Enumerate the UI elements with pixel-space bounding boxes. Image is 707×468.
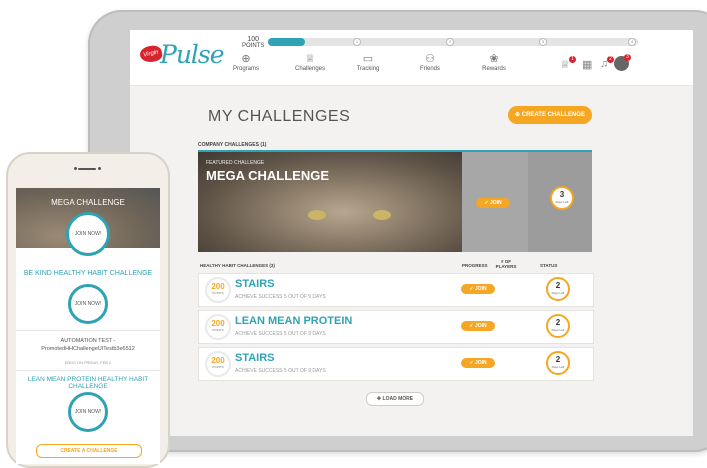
phone-card-ends: ENDS ON FRIDAY, FEB 2 [64,360,112,365]
points-ring: 200 POINTS [205,351,231,377]
top-bar: Virgin Pulse 100 POINTS 1 2 3 4 ⊕ Progra… [130,30,693,86]
nav-label: Programs [232,66,259,72]
cat-image [198,152,462,252]
nav-friends[interactable]: ⚇ Friends [400,52,460,82]
trophy-icon: ♕ [305,53,315,65]
nav-rewards[interactable]: ❀ Rewards [464,52,524,82]
create-challenge-label: CREATE CHALLENGE [521,112,585,118]
join-label: JOIN [489,200,502,206]
virgin-pulse-logo[interactable]: Virgin Pulse [138,40,225,74]
cat-eye [373,210,391,220]
company-challenges-heading: COMPANY CHALLENGES (1) [198,142,267,148]
divider [16,370,160,371]
col-players: # OF PLAYERS [495,259,517,269]
points-ring: 200 POINTS [205,277,231,303]
load-more-label: LOAD MORE [382,396,414,402]
challenge-subtitle: ACHIEVE SUCCESS 5 OUT OF 9 DAYS [235,294,326,300]
phone-screen: MEGA CHALLENGE JOIN NOW! BE KIND HEALTHY… [16,188,160,464]
bell-badge: 2 [607,56,614,63]
nav-label: Friends [419,66,440,72]
healthy-habit-heading: HEALTHY HABIT CHALLENGES (3) [200,263,275,268]
col-progress: PROGRESS [462,263,488,268]
phone-card-join[interactable]: JOIN NOW! [68,392,108,432]
points-label: POINTS [242,43,265,49]
create-challenge-button[interactable]: ⊕ CREATE CHALLENGE [508,106,592,124]
plus-icon: ⊕ [515,112,522,118]
featured-label: FEATURED CHALLENGE [206,160,265,166]
days-label: Days Left [555,200,569,204]
challenge-row[interactable]: 200 POINTS STAIRS ACHIEVE SUCCESS 5 OUT O… [198,347,594,381]
join-button[interactable]: ✓ JOIN [461,284,495,294]
load-more-button[interactable]: ✚ LOAD MORE [366,392,424,406]
points-counter: 100 POINTS [242,36,264,50]
pulse-wordmark: Pulse [160,40,225,69]
trophy-badge: 1 [569,56,576,63]
tablet-screen: Virgin Pulse 100 POINTS 1 2 3 4 ⊕ Progra… [130,30,693,436]
featured-challenge-card[interactable]: FEATURED CHALLENGE MEGA CHALLENGE ✓ JOIN… [198,150,592,252]
phone-card-join[interactable]: JOIN NOW! [68,284,108,324]
phone-card-line2: PromotedHHChallengeUITestb3e6512 [41,346,135,352]
nav-label: Rewards [482,66,506,72]
phone-frame: MEGA CHALLENGE JOIN NOW! BE KIND HEALTHY… [6,152,170,468]
phone-card-line1: AUTOMATION TEST - [60,338,116,344]
featured-title: MEGA CHALLENGE [206,168,330,183]
avatar-badge: 3 [624,54,631,61]
points-ring: 200 POINTS [205,314,231,340]
progress-fill [268,38,305,46]
nav-label: Challenges [294,66,326,72]
featured-days-left: 3 Days Left [550,186,574,210]
challenge-title[interactable]: LEAN MEAN PROTEIN [235,315,352,327]
days-left: 2 Days Left [546,277,570,301]
days-left: 2 Days Left [546,314,570,338]
col-status: STATUS [540,263,558,268]
points-progress-bar: 1 2 3 4 [268,38,638,46]
phone-hero-title: MEGA CHALLENGE [51,198,125,207]
challenge-subtitle: ACHIEVE SUCCESS 5 OUT OF 9 DAYS [235,368,326,374]
nav-tracking[interactable]: ▭ Tracking [338,52,398,82]
calendar-icon: ▭ [362,53,374,65]
camera-dot [74,167,77,170]
challenge-subtitle: ACHIEVE SUCCESS 5 OUT OF 9 DAYS [235,331,326,337]
sensor-dot [98,167,101,170]
join-button[interactable]: ✓ JOIN [461,321,495,331]
phone-hero-join[interactable]: JOIN NOW! [66,212,110,256]
globe-icon: ⊕ [241,53,251,65]
challenge-title[interactable]: STAIRS [235,352,275,364]
page-title: MY CHALLENGES [208,108,351,125]
featured-join-button[interactable]: ✓ JOIN [476,198,510,208]
days-value: 3 [559,190,565,199]
nav-programs[interactable]: ⊕ Programs [216,52,276,82]
nav-challenges[interactable]: ♕ Challenges [280,52,340,82]
speaker-grille [78,168,96,170]
calendar-icon[interactable]: ▦ [582,58,592,71]
challenge-title[interactable]: STAIRS [235,278,275,290]
milestone-dot: 2 [446,38,454,46]
days-left: 2 Days Left [546,351,570,375]
phone-card-title[interactable]: BE KIND HEALTHY HABIT CHALLENGE [16,270,160,277]
milestone-dot: 4 [628,38,636,46]
challenge-row[interactable]: 200 POINTS STAIRS ACHIEVE SUCCESS 5 OUT O… [198,273,594,307]
medal-icon: ❀ [489,53,499,65]
phone-create-challenge-button[interactable]: CREATE A CHALLENGE [36,444,142,458]
join-button[interactable]: ✓ JOIN [461,358,495,368]
people-icon: ⚇ [425,53,435,65]
challenge-row[interactable]: 200 POINTS LEAN MEAN PROTEIN ACHIEVE SUCC… [198,310,594,344]
cat-eye [308,210,326,220]
nav-label: Tracking [356,66,380,72]
points-value: 100 [247,36,260,43]
divider [16,330,160,331]
phone-card-title[interactable]: LEAN MEAN PROTEIN HEALTHY HABIT CHALLENG… [16,376,160,390]
milestone-dot: 3 [539,38,547,46]
milestone-dot: 1 [353,38,361,46]
